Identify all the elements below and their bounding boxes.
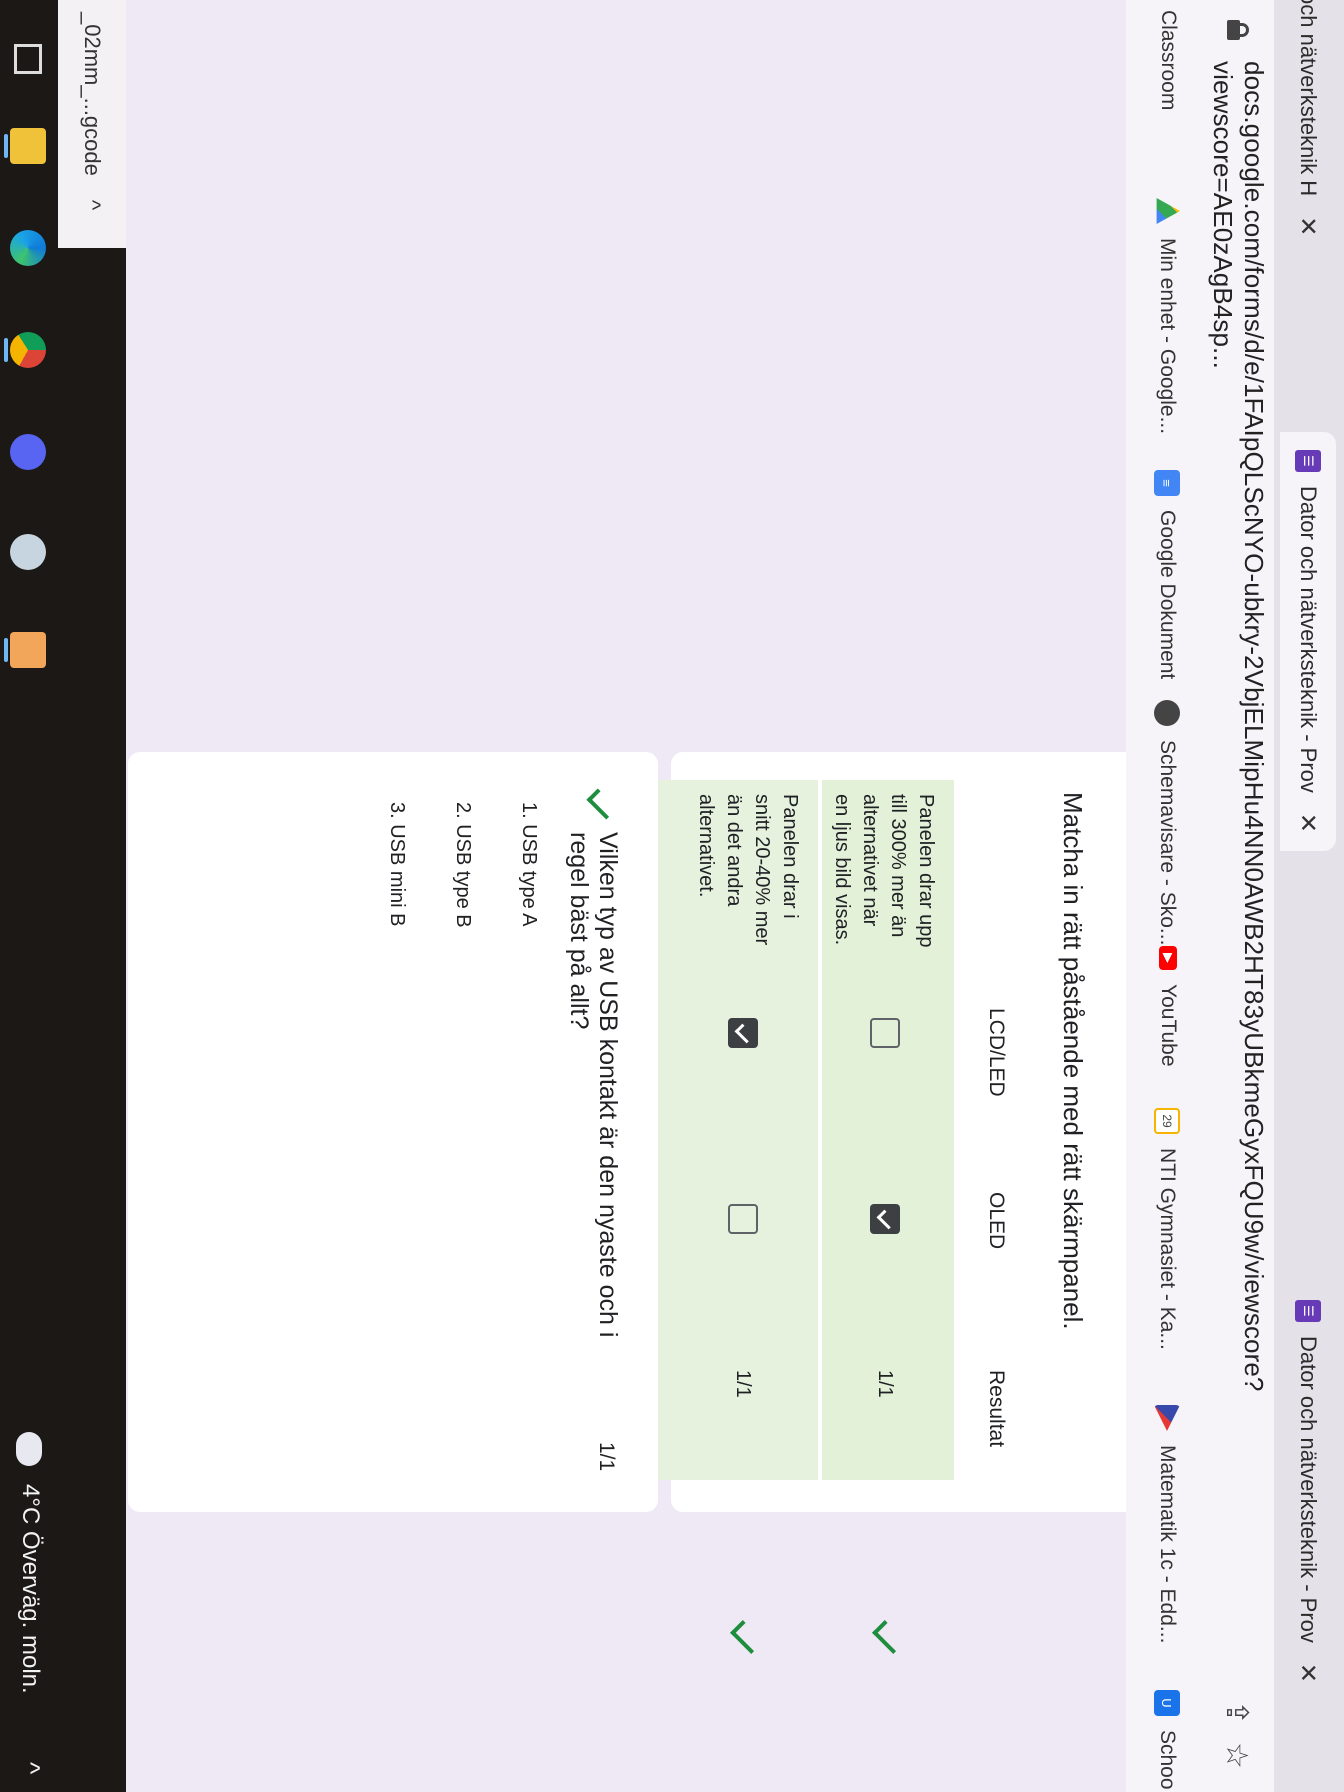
column-header-result: Resultat [985, 1370, 1008, 1448]
google-forms-icon: ☰ [1295, 450, 1321, 472]
google-drive-icon [1154, 198, 1180, 224]
running-indicator [4, 134, 8, 158]
bookmark-school[interactable]: U Schoo [1154, 1690, 1180, 1790]
steam-icon[interactable] [10, 534, 46, 570]
school-icon: U [1154, 1690, 1180, 1716]
bookmark-label: Schoo [1156, 1730, 1179, 1790]
column-header-oled: OLED [985, 1192, 1008, 1250]
cloud-icon[interactable] [16, 1432, 42, 1466]
question-score: 1/1 [595, 1442, 618, 1472]
answer-option: 3. USB mini B [386, 802, 408, 927]
checkbox-oled[interactable] [870, 1204, 900, 1234]
running-indicator [4, 638, 8, 662]
bookmark-label: Matematik 1c - Edd... [1156, 1445, 1179, 1644]
form-page: Matcha in rätt påstående med rätt skärmp… [126, 0, 1126, 1792]
row-score: 1/1 [874, 1370, 896, 1398]
close-tab-icon[interactable]: ✕ [1294, 813, 1323, 833]
row-score: 1/1 [732, 1370, 754, 1398]
edge-icon[interactable] [10, 230, 46, 266]
weather-text[interactable]: 4°C Överväg. moln. [16, 1484, 44, 1694]
bookmark-matematik[interactable]: Matematik 1c - Edd... [1154, 1405, 1180, 1643]
answer-option: 2. USB type B [452, 802, 474, 928]
row-label: Panelen drar i snitt 20-40% mer än det a… [695, 794, 801, 946]
tab-previous[interactable]: och nätverksteknik H ✕ [1280, 0, 1336, 236]
google-docs-icon: ≡ [1154, 470, 1180, 496]
bookmark-label: YouTube [1157, 984, 1180, 1067]
tab-label: och nätverksteknik H [1296, 0, 1321, 197]
bookmark-youtube[interactable]: ▶ YouTube [1156, 946, 1180, 1067]
checkbox-oled[interactable] [728, 1204, 758, 1234]
bookmark-classroom[interactable]: Classroom [1156, 10, 1180, 110]
discord-icon[interactable] [10, 434, 46, 470]
question-title: Vilken typ av USB kontakt är den nyaste … [565, 832, 622, 1338]
screen: och nätverksteknik H ✕ ☰ Dator och nätve… [0, 0, 1344, 1792]
tab-label: Dator och nätverksteknik - Prov [1296, 486, 1321, 793]
usb-question-card: Vilken typ av USB kontakt är den nyaste … [128, 752, 658, 1512]
row-label: Panelen drar upp till 300% mer än altern… [831, 794, 937, 948]
correct-check-icon [872, 1620, 906, 1654]
address-bar: docs.google.com/forms/d/e/1FAIpQLScNYO-u… [1200, 0, 1274, 1792]
bookmark-docs[interactable]: ≡ Google Dokument [1154, 470, 1180, 679]
youtube-icon: ▶ [1159, 946, 1177, 970]
download-item[interactable]: _02mm_...gcode ^ [58, 0, 126, 248]
match-question-card: Matcha in rätt påstående med rätt skärmp… [638, 752, 1126, 1654]
url-text[interactable]: docs.google.com/forms/d/e/1FAIpQLScNYO-u… [1207, 61, 1269, 1620]
tab-label: Dator och nätverksteknik - Prov [1296, 1336, 1321, 1643]
choice-grid: LCD/LED OLED Resultat Panelen drar upp t… [638, 780, 1026, 1654]
file-explorer-icon[interactable] [10, 128, 46, 164]
question-title: Matcha in rätt påstående med rätt skärmp… [1058, 792, 1088, 1330]
google-forms-icon: ☰ [1295, 1300, 1321, 1322]
bookmark-schemavisare[interactable]: Schemavisare - Sko... [1154, 700, 1180, 945]
close-tab-icon[interactable]: ✕ [1294, 1663, 1323, 1683]
column-header-lcd: LCD/LED [985, 1008, 1008, 1097]
chevron-up-icon[interactable]: ^ [79, 200, 105, 210]
tab-bar: och nätverksteknik H ✕ ☰ Dator och nätve… [1274, 0, 1344, 1792]
bookmark-label: Schemavisare - Sko... [1156, 740, 1179, 946]
tab-next[interactable]: ☰ Dator och nätverksteknik - Prov ✕ [1280, 1300, 1336, 1683]
checkbox-lcd[interactable] [870, 1018, 900, 1048]
taskbar: _02mm_...gcode ^ 4°C Överväg. moln. ^ [0, 0, 126, 1792]
answer-option: 1. USB type A [518, 802, 540, 927]
bookmark-label: Google Dokument [1156, 510, 1179, 680]
running-indicator [4, 338, 8, 362]
grid-row: Panelen drar i snitt 20-40% mer än det a… [638, 780, 818, 1654]
correct-check-icon [586, 788, 618, 820]
bookmark-label: NTI Gymnasiet - Ka... [1156, 1148, 1179, 1350]
bookmark-label: Classroom [1157, 10, 1180, 111]
lock-icon[interactable] [1227, 20, 1249, 39]
bookmark-drive[interactable]: Min enhet - Google... [1154, 198, 1180, 434]
grid-row: Panelen drar upp till 300% mer än altern… [822, 780, 954, 1654]
correct-check-icon [730, 1620, 764, 1654]
chrome-icon[interactable] [10, 332, 46, 368]
bookmark-icon [1154, 1405, 1180, 1431]
chevron-up-icon[interactable]: ^ [15, 1762, 46, 1774]
close-tab-icon[interactable]: ✕ [1294, 216, 1323, 236]
tab-active[interactable]: ☰ Dator och nätverksteknik - Prov ✕ [1280, 432, 1336, 852]
app-icon[interactable] [10, 632, 46, 668]
calendar-icon: 29 [1154, 1108, 1180, 1134]
download-filename: _02mm_...gcode [80, 12, 105, 176]
task-view-icon[interactable] [14, 44, 42, 74]
globe-icon [1154, 700, 1180, 726]
share-icon[interactable]: ⇪ [1219, 1700, 1254, 1725]
bookmark-star-icon[interactable]: ☆ [1219, 1742, 1254, 1769]
bookmark-label: Min enhet - Google... [1156, 238, 1179, 435]
bookmarks-bar: Classroom Min enhet - Google... ≡ Google… [1125, 0, 1200, 1792]
bookmark-nti[interactable]: 29 NTI Gymnasiet - Ka... [1154, 1108, 1180, 1350]
checkbox-lcd[interactable] [728, 1018, 758, 1048]
url-field[interactable]: docs.google.com/forms/d/e/1FAIpQLScNYO-u… [1208, 20, 1269, 1620]
